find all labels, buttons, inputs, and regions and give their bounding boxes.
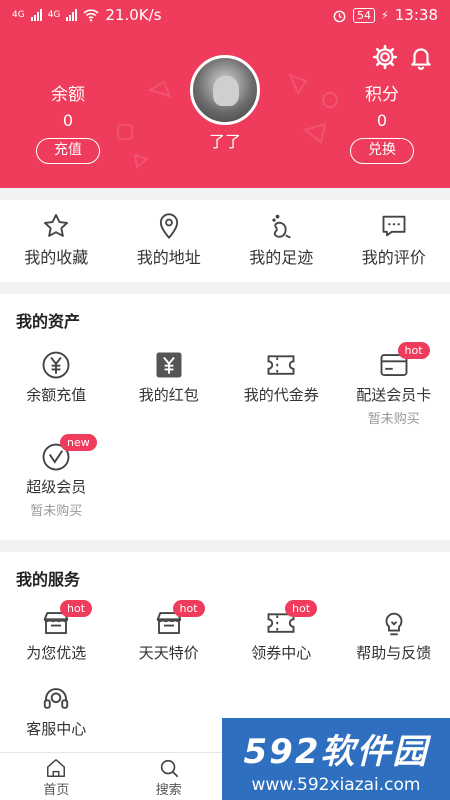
wifi-icon xyxy=(83,9,99,22)
search-icon xyxy=(160,759,178,778)
settings-gear-icon[interactable] xyxy=(372,44,398,70)
yen-circle-icon xyxy=(42,351,70,379)
points-block: 积分 0 兑换 xyxy=(337,80,427,164)
status-bar: 4G 4G 21.0K/s 54 ⚡ 13:38 xyxy=(0,0,450,30)
red-packet-icon xyxy=(156,352,182,378)
hot-badge: hot xyxy=(397,342,430,359)
bulb-icon xyxy=(385,612,403,636)
points-label: 积分 xyxy=(365,85,399,105)
service-label: 天天特价 xyxy=(138,644,199,662)
footprint-icon xyxy=(272,214,292,239)
username: 了了 xyxy=(208,132,241,151)
tab-label: 搜索 xyxy=(155,783,182,798)
asset-label: 余额充值 xyxy=(26,386,87,404)
alarm-icon xyxy=(333,10,346,22)
quick-link-label: 我的评价 xyxy=(361,248,426,267)
service-help-feedback[interactable]: 帮助与反馈 xyxy=(338,598,450,674)
comment-icon xyxy=(382,215,406,237)
notification-bell-icon[interactable] xyxy=(408,44,434,70)
signal-label-2: 4G xyxy=(47,10,61,20)
quick-link-label: 我的收藏 xyxy=(24,248,89,267)
service-label: 为您优选 xyxy=(26,644,87,662)
quick-link-label: 我的足迹 xyxy=(249,248,314,267)
headset-icon xyxy=(44,688,69,709)
asset-label: 配送会员卡 xyxy=(356,386,432,404)
asset-status: 暂未购买 xyxy=(367,412,420,427)
tab-search[interactable]: 搜索 xyxy=(113,753,226,800)
asset-status: 暂未购买 xyxy=(30,504,83,519)
signal-label: 4G xyxy=(12,10,25,20)
watermark: 592软件园 www.592xiazai.com xyxy=(222,718,450,800)
new-badge: new xyxy=(60,434,97,451)
avatar-cat xyxy=(213,76,239,106)
balance-block: 余额 0 充值 xyxy=(23,80,113,164)
profile-header: 余额 0 充值 了了 积分 0 兑换 xyxy=(0,30,450,188)
battery-icon: 54 xyxy=(353,7,376,23)
asset-voucher[interactable]: 我的代金券 xyxy=(225,340,338,432)
clock: 13:38 xyxy=(394,6,438,24)
coupon-icon xyxy=(267,355,295,375)
signal-icon xyxy=(30,9,42,21)
avatar[interactable] xyxy=(190,55,260,125)
service-label: 客服中心 xyxy=(26,720,87,738)
service-recommend[interactable]: hot 为您优选 xyxy=(0,598,113,674)
asset-delivery-card[interactable]: hot 配送会员卡 暂未购买 xyxy=(338,340,450,432)
watermark-url: www.592xiazai.com xyxy=(251,774,421,795)
balance-label: 余额 xyxy=(51,85,85,105)
charging-icon: ⚡ xyxy=(381,8,389,22)
balance-value: 0 xyxy=(62,111,74,130)
service-customer-support[interactable]: 客服中心 xyxy=(0,674,113,750)
tab-label: 首页 xyxy=(43,783,70,798)
quick-link-label: 我的地址 xyxy=(136,248,201,267)
recharge-button[interactable]: 充值 xyxy=(36,138,100,164)
assets-section: 我的资产 余额充值 我的红包 我的代金券 hot 配送会员卡 暂未购买 new … xyxy=(0,294,450,540)
quick-link-footprint[interactable]: 我的足迹 xyxy=(225,200,338,282)
service-label: 帮助与反馈 xyxy=(356,644,432,662)
asset-super-vip[interactable]: new 超级会员 暂未购买 xyxy=(0,432,113,524)
signal-icon-2 xyxy=(66,9,78,21)
quick-link-reviews[interactable]: 我的评价 xyxy=(338,200,450,282)
home-icon xyxy=(47,759,66,777)
quick-link-favorites[interactable]: 我的收藏 xyxy=(0,200,113,282)
tab-home[interactable]: 首页 xyxy=(0,753,113,800)
asset-recharge[interactable]: 余额充值 xyxy=(0,340,113,432)
quick-links: 我的收藏 我的地址 我的足迹 我的评价 xyxy=(0,200,450,282)
service-label: 领券中心 xyxy=(251,644,312,662)
hot-badge: hot xyxy=(285,600,318,617)
points-value: 0 xyxy=(376,111,388,130)
asset-label: 我的代金券 xyxy=(243,386,319,404)
service-coupon-center[interactable]: hot 领券中心 xyxy=(225,598,338,674)
asset-label: 我的红包 xyxy=(138,386,199,404)
hot-badge: hot xyxy=(60,600,93,617)
exchange-button[interactable]: 兑换 xyxy=(350,138,414,164)
quick-link-address[interactable]: 我的地址 xyxy=(113,200,226,282)
asset-red-packet[interactable]: 我的红包 xyxy=(113,340,226,432)
network-speed: 21.0K/s xyxy=(105,6,162,24)
star-icon xyxy=(44,213,69,237)
location-icon xyxy=(159,213,178,240)
watermark-brand: 592软件园 xyxy=(243,731,429,772)
assets-title: 我的资产 xyxy=(16,312,81,331)
services-title: 我的服务 xyxy=(16,570,81,589)
service-daily-deal[interactable]: hot 天天特价 xyxy=(113,598,226,674)
asset-label: 超级会员 xyxy=(26,478,87,496)
hot-badge: hot xyxy=(172,600,205,617)
